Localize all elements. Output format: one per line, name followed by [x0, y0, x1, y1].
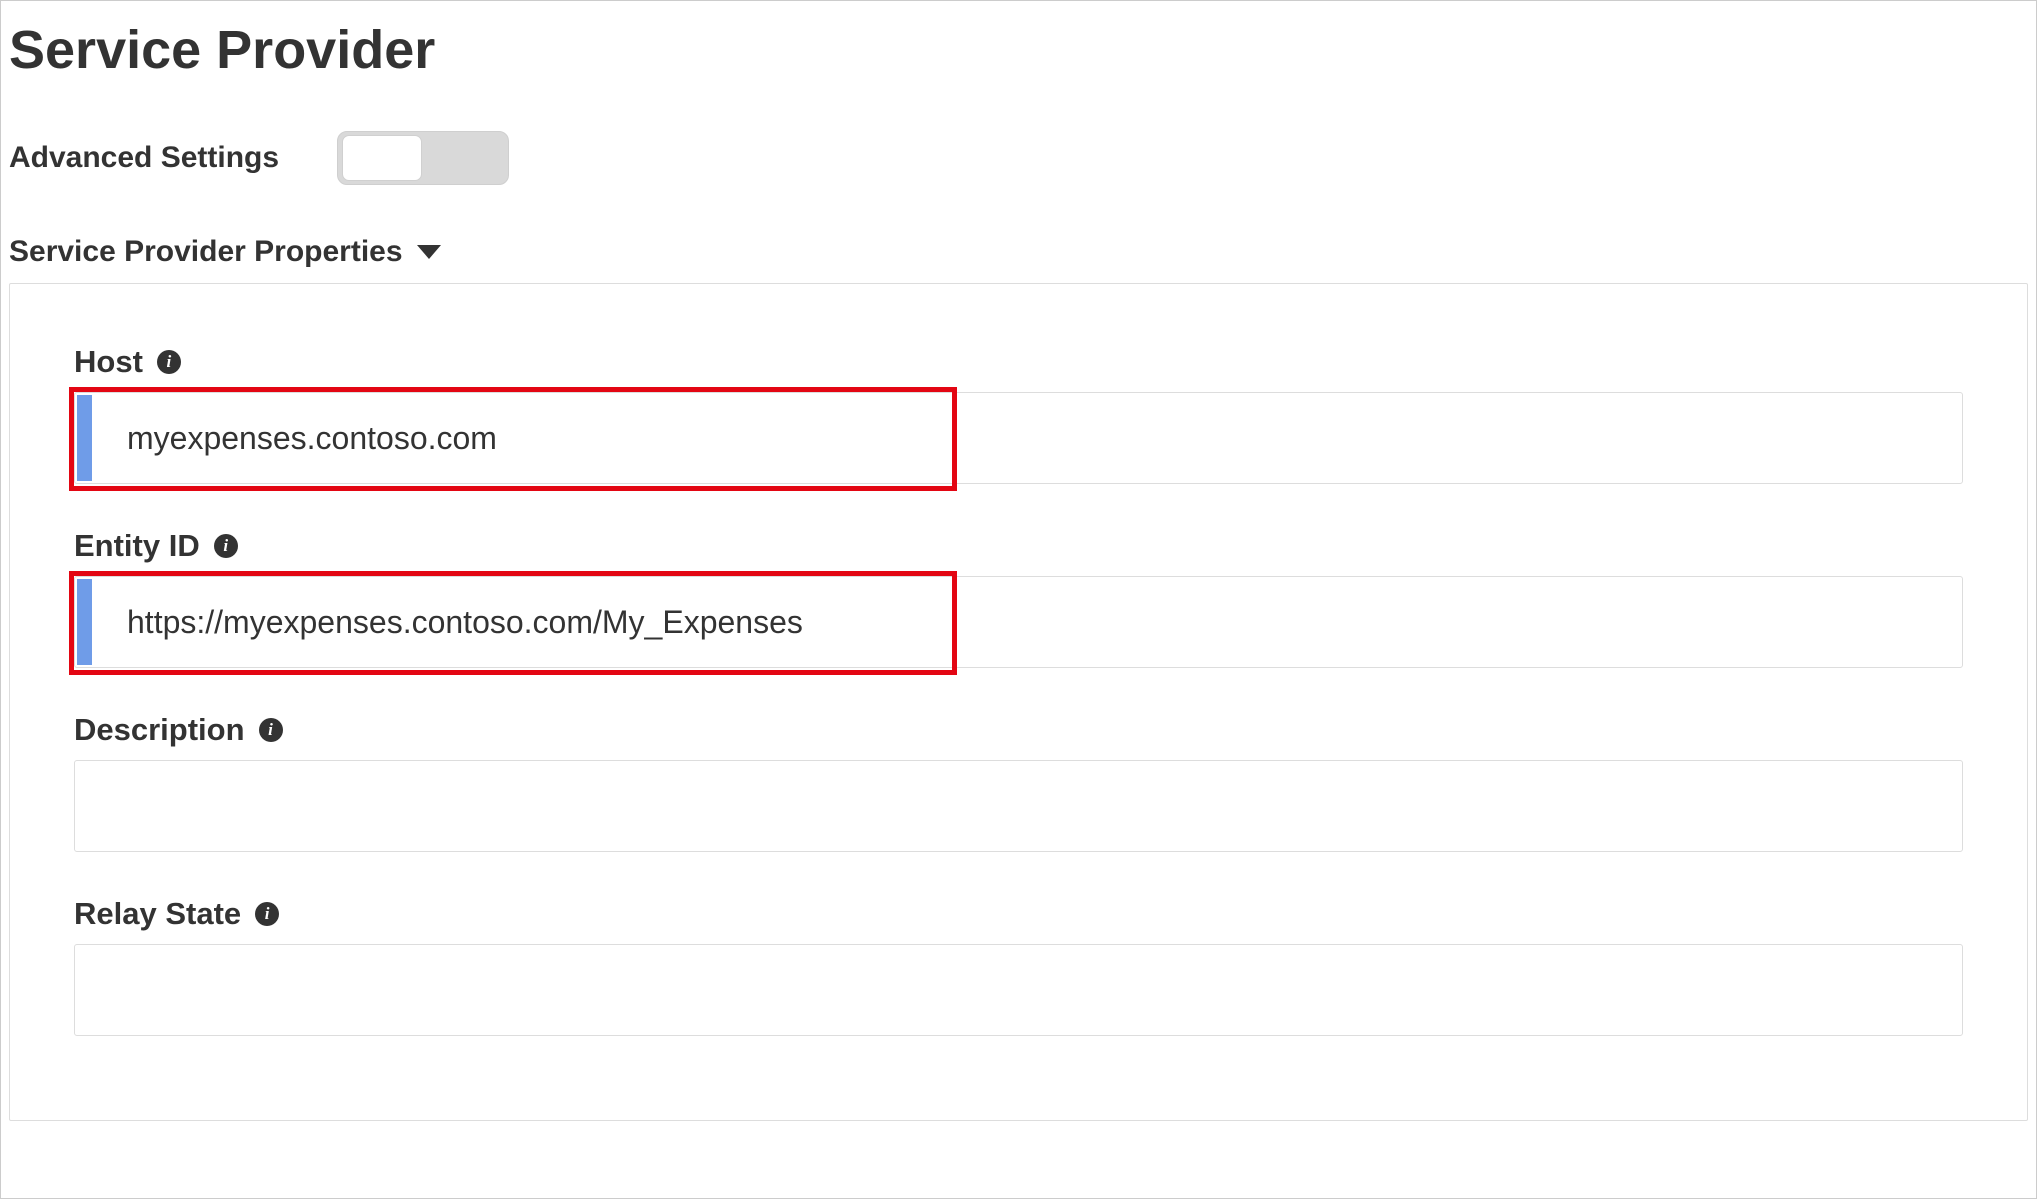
properties-panel: Host i Entity ID i Description i Relay S…	[9, 283, 2028, 1121]
advanced-settings-label: Advanced Settings	[9, 141, 279, 175]
info-icon[interactable]: i	[157, 350, 181, 374]
entity-id-input-wrapper	[74, 576, 1963, 668]
toggle-knob	[342, 135, 422, 181]
entity-id-label: Entity ID	[74, 528, 200, 564]
blue-indicator-bar	[77, 579, 92, 665]
service-provider-properties-header[interactable]: Service Provider Properties	[9, 235, 2028, 269]
description-input[interactable]	[74, 760, 1963, 852]
host-input[interactable]	[74, 392, 1963, 484]
info-icon[interactable]: i	[255, 902, 279, 926]
info-icon[interactable]: i	[259, 718, 283, 742]
description-field-group: Description i	[74, 712, 1963, 852]
entity-id-label-row: Entity ID i	[74, 528, 1963, 564]
description-label: Description	[74, 712, 245, 748]
relay-state-field-group: Relay State i	[74, 896, 1963, 1036]
host-field-group: Host i	[74, 344, 1963, 484]
advanced-settings-toggle[interactable]	[337, 131, 509, 185]
blue-indicator-bar	[77, 395, 92, 481]
host-label: Host	[74, 344, 143, 380]
relay-state-label: Relay State	[74, 896, 241, 932]
relay-state-label-row: Relay State i	[74, 896, 1963, 932]
section-title: Service Provider Properties	[9, 235, 403, 269]
entity-id-input[interactable]	[74, 576, 1963, 668]
info-icon[interactable]: i	[214, 534, 238, 558]
advanced-settings-row: Advanced Settings	[9, 131, 2028, 185]
host-label-row: Host i	[74, 344, 1963, 380]
entity-id-field-group: Entity ID i	[74, 528, 1963, 668]
relay-state-input[interactable]	[74, 944, 1963, 1036]
host-input-wrapper	[74, 392, 1963, 484]
caret-down-icon	[417, 245, 441, 259]
description-label-row: Description i	[74, 712, 1963, 748]
page-title: Service Provider	[9, 19, 2028, 81]
